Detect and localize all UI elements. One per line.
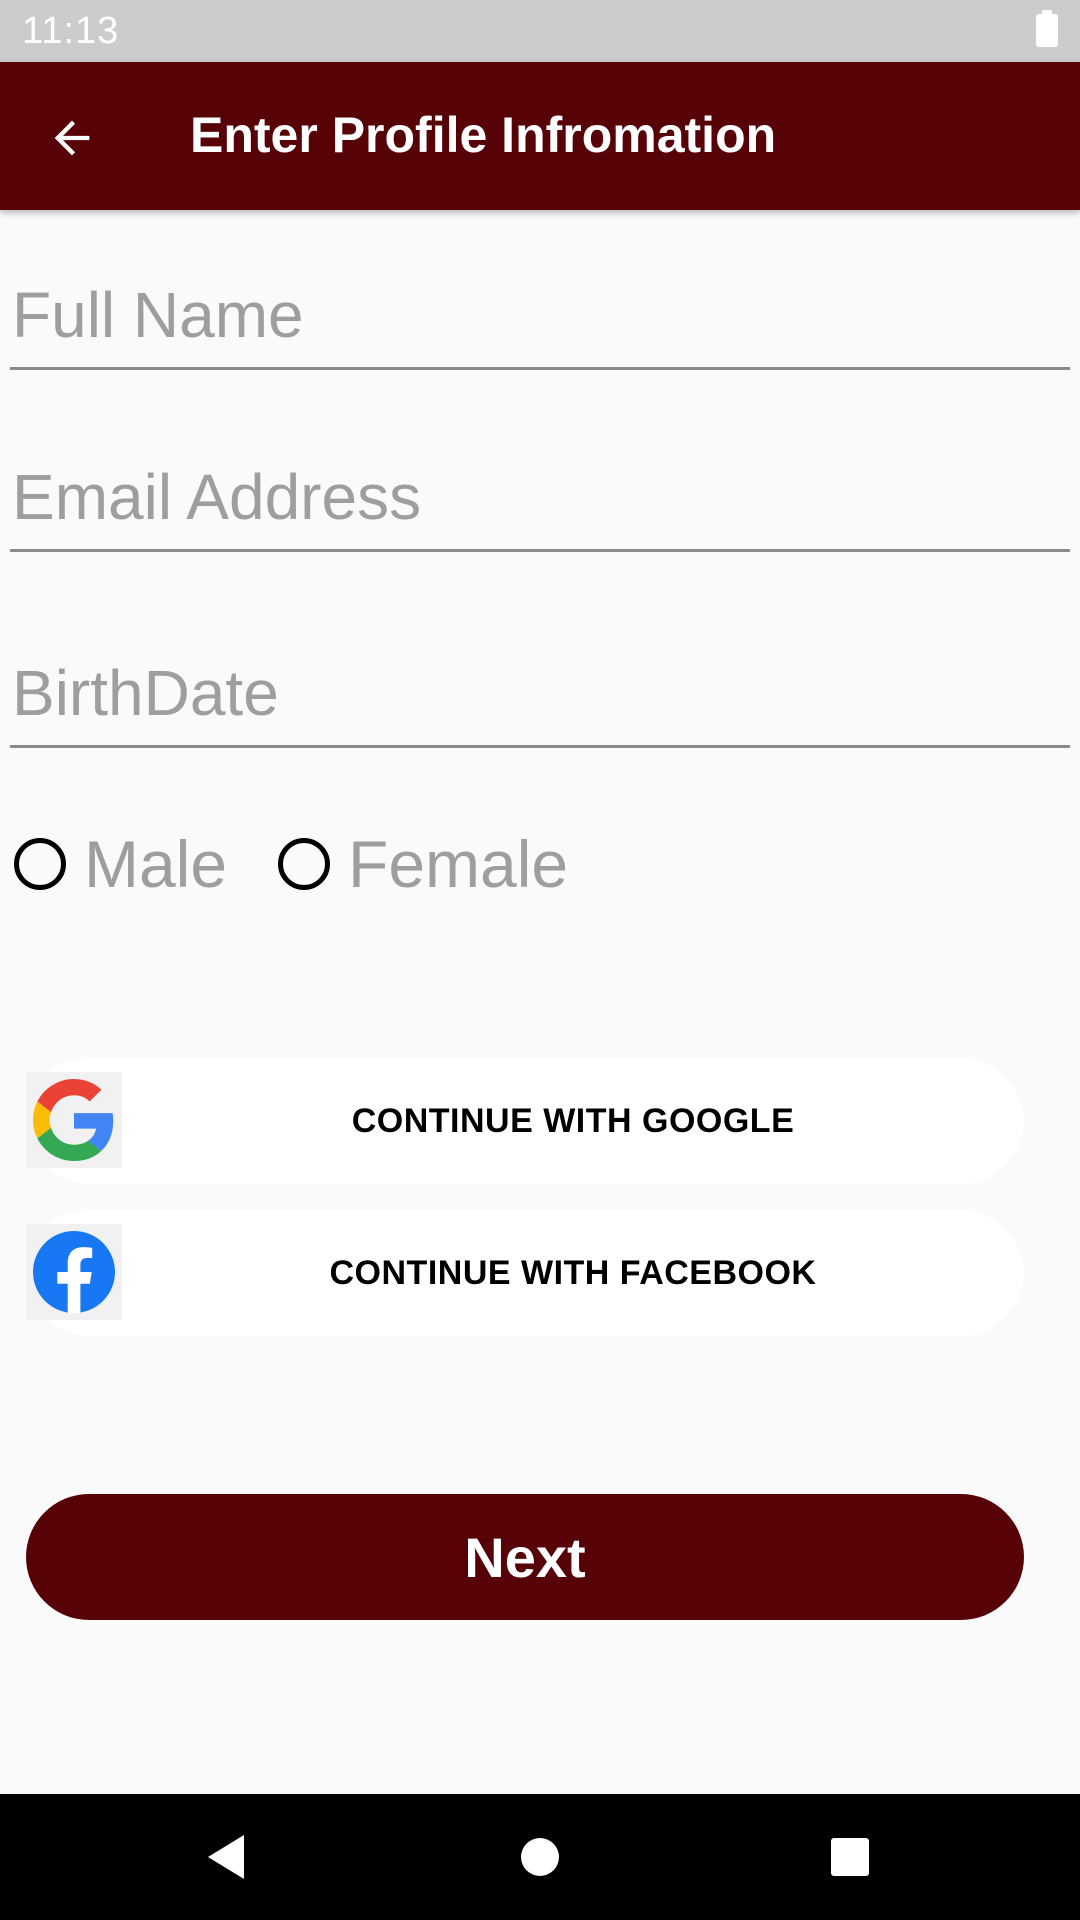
arrow-left-icon (54, 120, 90, 156)
facebook-button-label: CONTINUE WITH FACEBOOK (329, 1253, 817, 1292)
nav-back-icon[interactable] (186, 1822, 266, 1892)
google-logo-icon (26, 1072, 122, 1168)
full-name-field-container (10, 278, 1070, 370)
google-button-label: CONTINUE WITH GOOGLE (351, 1101, 795, 1140)
system-nav-bar (0, 1794, 1080, 1920)
radio-female[interactable]: Female (278, 824, 568, 904)
radio-female-label: Female (348, 827, 569, 901)
screen: 11:13 Enter Profile Infromation Male Fem… (0, 0, 1080, 1920)
status-time: 11:13 (22, 10, 120, 52)
battery-full-icon (1036, 10, 1058, 47)
status-bar: 11:13 (0, 0, 1080, 62)
email-field-container (10, 460, 1070, 552)
radio-circle-icon[interactable] (278, 838, 330, 890)
next-button[interactable]: Next (26, 1494, 1024, 1620)
nav-home-icon[interactable] (500, 1822, 580, 1892)
continue-with-google-button[interactable]: CONTINUE WITH GOOGLE (26, 1058, 1024, 1184)
email-input[interactable] (10, 460, 1070, 534)
page-title: Enter Profile Infromation (190, 107, 777, 163)
birthdate-input[interactable] (10, 656, 1070, 730)
radio-male-label: Male (84, 827, 228, 901)
back-button[interactable] (30, 96, 114, 180)
nav-recents-icon[interactable] (810, 1822, 890, 1892)
birthdate-field-container (10, 656, 1070, 748)
gender-radio-group: Male Female (14, 824, 714, 904)
app-bar: Enter Profile Infromation (0, 62, 1080, 210)
full-name-input[interactable] (10, 278, 1070, 352)
radio-circle-icon[interactable] (14, 838, 66, 890)
radio-male[interactable]: Male (14, 824, 227, 904)
facebook-logo-icon (26, 1224, 122, 1320)
continue-with-facebook-button[interactable]: CONTINUE WITH FACEBOOK (26, 1210, 1024, 1336)
